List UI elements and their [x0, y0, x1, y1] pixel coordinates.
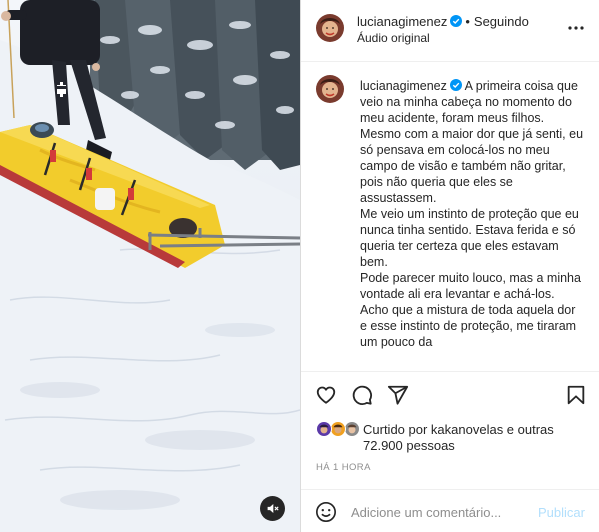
comment-button[interactable] [351, 384, 373, 406]
post-media[interactable] [0, 0, 300, 532]
comment-input[interactable] [351, 501, 521, 523]
mute-button[interactable] [260, 496, 285, 521]
audio-label[interactable]: Áudio original [357, 31, 430, 46]
caption-author-avatar[interactable] [316, 75, 344, 103]
emoji-icon[interactable] [315, 501, 337, 523]
following-button[interactable]: Seguindo [474, 14, 529, 29]
caption-paragraph: Mesmo com a maior dor que já senti, eu s… [360, 127, 584, 205]
publish-button[interactable]: Publicar [538, 505, 585, 520]
author-username[interactable]: lucianagimenez [357, 14, 447, 29]
caption-username[interactable]: lucianagimenez [360, 79, 447, 93]
like-button[interactable] [315, 384, 337, 406]
forest-background [0, 0, 300, 532]
post-header: lucianagimenez • Seguindo Áudio original [301, 0, 599, 62]
caption-area: lucianagimenez A primeira coisa que veio… [301, 62, 599, 371]
share-icon [387, 385, 409, 405]
post-details-panel: lucianagimenez • Seguindo Áudio original l… [301, 0, 599, 532]
likes-section: Curtido por kakanovelas e outras 72.900 … [301, 416, 599, 456]
ski-rescue-video-frame [0, 0, 300, 532]
caption-paragraph: Me veio um instinto de proteção que eu n… [360, 207, 579, 269]
post-caption: lucianagimenez A primeira coisa que veio… [360, 78, 585, 350]
comment-icon [352, 385, 372, 405]
likes-count[interactable]: Curtido por kakanovelas e outras 72.900 … [363, 422, 583, 454]
author-avatar[interactable] [316, 14, 344, 42]
action-bar [301, 372, 599, 416]
share-button[interactable] [387, 384, 409, 406]
mute-icon [267, 504, 279, 513]
liker-avatar[interactable] [316, 421, 332, 437]
save-button[interactable] [565, 384, 587, 406]
liker-avatar[interactable] [330, 421, 346, 437]
post-timestamp[interactable]: HÁ 1 HORA [316, 462, 371, 473]
liker-avatar[interactable] [344, 421, 360, 437]
verified-badge-icon [450, 15, 463, 27]
header-user-line: lucianagimenez • Seguindo [357, 14, 529, 30]
verified-badge-icon [449, 79, 462, 91]
caption-paragraph: lucianagimenez A primeira coisa que veio… [360, 78, 585, 126]
bookmark-icon [567, 385, 585, 405]
caption-paragraph: Pode parecer muito louco, mas a minha vo… [360, 271, 581, 349]
comment-bar: Publicar [301, 489, 599, 532]
more-options-icon[interactable] [566, 20, 586, 36]
heart-icon [316, 386, 336, 404]
dot-separator: • [465, 14, 470, 29]
